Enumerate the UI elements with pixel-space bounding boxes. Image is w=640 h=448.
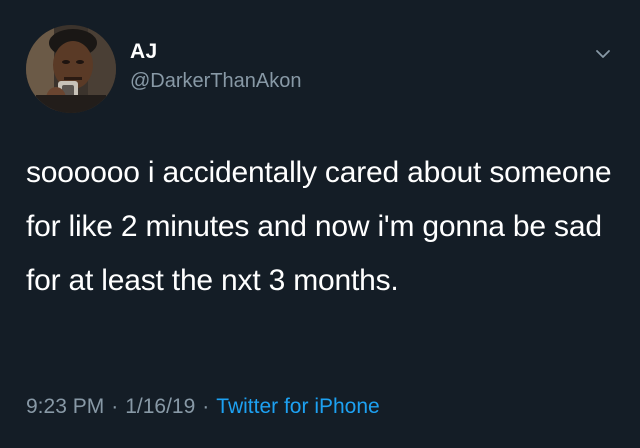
user-handle[interactable]: @DarkerThanAkon: [130, 70, 301, 93]
display-name[interactable]: AJ: [130, 40, 157, 64]
tweet-meta: 9:23 PM · 1/16/19 · Twitter for iPhone: [26, 395, 380, 419]
tweet-text: soooooo i accidentally cared about someo…: [26, 156, 612, 297]
tweet-time[interactable]: 9:23 PM: [26, 395, 104, 418]
meta-separator: ·: [202, 395, 210, 418]
tweet-card: AJ @DarkerThanAkon soooooo i accidentall…: [0, 0, 640, 448]
tweet-date[interactable]: 1/16/19: [125, 395, 195, 418]
tweet-source-link[interactable]: Twitter for iPhone: [216, 395, 379, 418]
avatar[interactable]: [26, 25, 116, 113]
top-divider: [0, 0, 640, 6]
chevron-down-icon[interactable]: [590, 44, 616, 64]
meta-separator: ·: [111, 395, 119, 418]
avatar-photo-icon: [26, 25, 116, 113]
